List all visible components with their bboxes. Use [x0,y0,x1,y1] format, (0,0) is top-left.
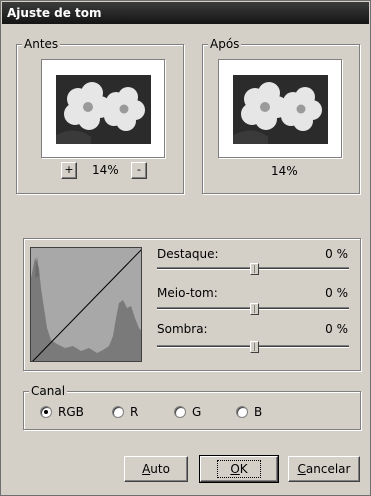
highlight-label: Destaque: [157,247,219,261]
channel-radio-g[interactable]: G [174,405,201,419]
before-group: Antes + 14% - [16,37,184,194]
channel-option-label: RGB [58,405,84,419]
highlight-value: 0 % [325,247,348,261]
channel-option-label: R [130,405,139,419]
midtone-value: 0 % [325,286,348,300]
zoom-in-button[interactable]: + [61,162,77,179]
before-photo [56,75,151,144]
midtone-label: Meio-tom: [157,286,218,300]
cancel-button-label: Cancelar [297,462,351,476]
histogram-curve [31,248,141,361]
auto-button[interactable]: Auto [124,456,188,482]
radio-button-icon[interactable] [174,406,186,418]
radio-button-icon[interactable] [236,406,248,418]
after-photo [233,75,328,144]
channel-radio-rgb[interactable]: RGB [40,405,84,419]
after-group: Após 14% [202,37,360,194]
channel-option-label: B [254,405,263,419]
auto-button-label: Auto [142,462,170,476]
shadow-slider-thumb[interactable] [250,341,259,353]
window-title[interactable]: Ajuste de tom [2,2,369,24]
channel-option-label: G [192,405,202,419]
after-group-label: Após [208,37,242,51]
channel-radio-r[interactable]: R [112,405,138,419]
shadow-value: 0 % [325,322,348,336]
before-zoom-label: 14% [92,163,119,177]
zoom-out-button[interactable]: - [131,162,147,179]
before-preview [41,59,165,158]
ok-button-label: OK [217,460,261,478]
after-preview [218,59,342,158]
flower-image-icon [56,75,151,144]
cancel-button[interactable]: Cancelar [288,456,360,482]
flower-image-icon [233,75,328,144]
before-group-label: Antes [22,37,61,51]
shadow-label: Sombra: [157,322,208,336]
histogram [30,247,142,362]
after-zoom-label: 14% [271,164,298,178]
channel-group-label: Canal [29,384,68,398]
ok-button[interactable]: OK [199,455,279,483]
highlight-slider-thumb[interactable] [250,263,259,275]
radio-button-icon[interactable] [112,406,124,418]
tone-adjust-dialog: Ajuste de tom Antes + 14% - Após 14% Des… [0,0,371,496]
radio-button-icon[interactable] [40,406,52,418]
midtone-slider-thumb[interactable] [250,303,259,315]
channel-radio-b[interactable]: B [236,405,262,419]
